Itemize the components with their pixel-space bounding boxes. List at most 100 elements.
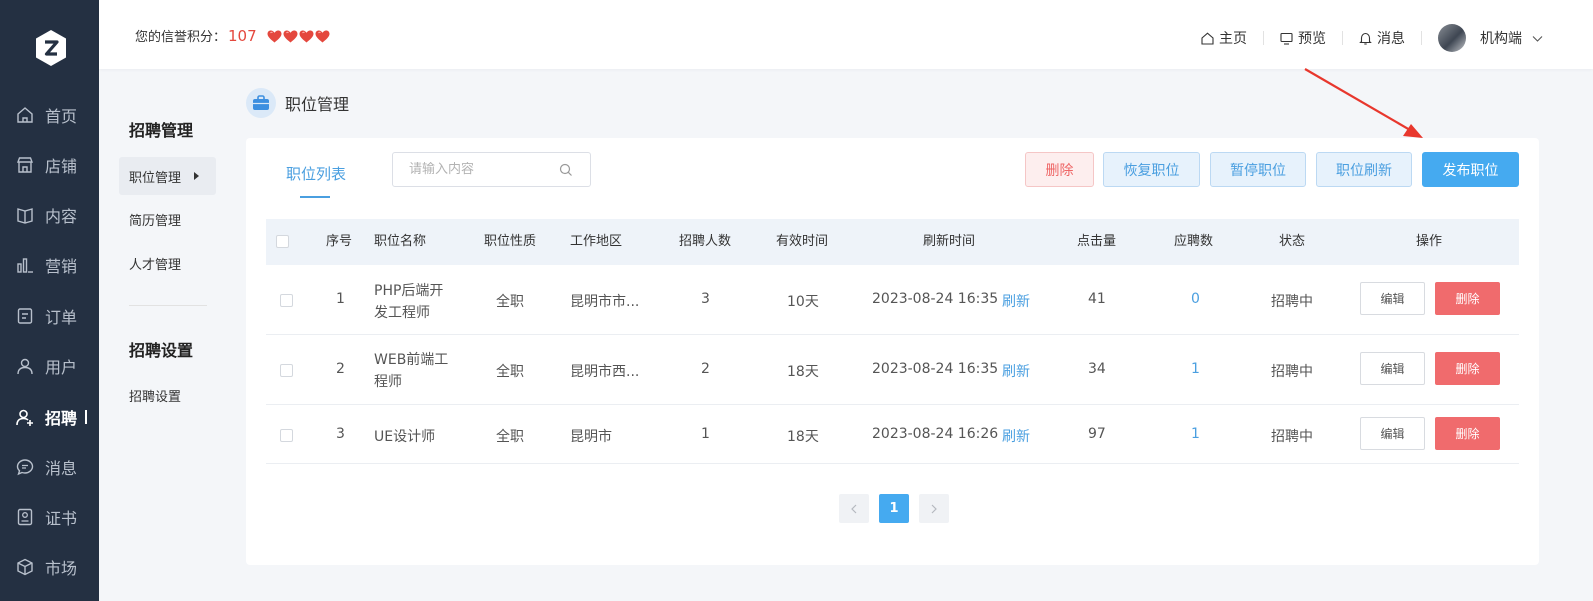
prev-page-button[interactable] (839, 494, 869, 523)
sidebar-item-market[interactable]: 市场 (0, 547, 99, 587)
application-count[interactable]: 1 (1191, 361, 1200, 377)
pause-position-button[interactable]: 暂停职位 (1210, 152, 1306, 187)
sidebar-item-messages[interactable]: 消息 (0, 447, 99, 487)
sidebar-item-users[interactable]: 用户 (0, 346, 99, 386)
refresh-link[interactable]: 刷新 (1002, 361, 1030, 381)
delete-row-button[interactable]: 删除 (1435, 282, 1500, 315)
subnav-item-label: 人才管理 (129, 257, 182, 273)
bell-icon (1359, 32, 1372, 45)
valid-time: 10天 (787, 294, 819, 310)
store-icon (16, 157, 34, 173)
sidebar-item-label: 订单 (45, 308, 78, 327)
refresh-link[interactable]: 刷新 (1002, 291, 1030, 311)
sidebar-item-label: 招聘 (45, 409, 78, 428)
subnav-item-label: 简历管理 (129, 213, 182, 229)
heart-icon (267, 30, 282, 43)
subnav-item-talent-management[interactable]: 人才管理 (119, 244, 216, 282)
sidebar-item-content[interactable]: 内容 (0, 195, 99, 235)
subnav-item-position-management[interactable]: 职位管理 (119, 157, 216, 195)
position-name[interactable]: PHP后端开 发工程师 (374, 280, 443, 324)
sidebar-item-label: 内容 (45, 207, 78, 226)
table-row: 2 WEB前端工 程师 全职 昆明市西... 2 18天 2023-08-24 1… (266, 335, 1519, 405)
sidebar-item-label: 营销 (45, 257, 78, 276)
tab-position-list[interactable]: 职位列表 (286, 163, 346, 184)
subnav-item-resume-management[interactable]: 简历管理 (119, 200, 216, 238)
home-link[interactable]: 主页 (1201, 28, 1247, 48)
account-menu[interactable]: 机构端 (1438, 24, 1544, 52)
valid-time: 18天 (787, 429, 819, 445)
refresh-time: 2023-08-24 16:35 (872, 361, 999, 377)
position-name[interactable]: WEB前端工 程师 (374, 349, 448, 393)
top-links: 主页 预览 消息 机构端 (1201, 24, 1544, 52)
column-header: 操作 (1416, 234, 1443, 249)
subnav-item-recruit-settings[interactable]: 招聘设置 (119, 376, 216, 414)
sidebar-item-certificates[interactable]: 证书 (0, 497, 99, 537)
position-type: 全职 (496, 364, 524, 380)
status-text: 招聘中 (1271, 294, 1313, 310)
refresh-time: 2023-08-24 16:35 (872, 291, 999, 307)
position-name[interactable]: UE设计师 (374, 426, 435, 446)
logo-icon[interactable] (34, 29, 68, 67)
row-checkbox[interactable] (280, 429, 293, 442)
sidebar-item-orders[interactable]: 订单 (0, 296, 99, 336)
column-header: 招聘人数 (679, 234, 732, 249)
preview-link-label: 预览 (1298, 31, 1326, 47)
sidebar-item-home[interactable]: 首页 (0, 95, 99, 135)
row-number: 1 (336, 291, 345, 307)
edit-button[interactable]: 编辑 (1360, 282, 1425, 315)
search-input[interactable] (393, 162, 553, 177)
refresh-link[interactable]: 刷新 (1002, 426, 1030, 446)
briefcase-icon (246, 88, 276, 118)
application-count[interactable]: 1 (1191, 426, 1200, 442)
edit-button[interactable]: 编辑 (1360, 352, 1425, 385)
next-page-button[interactable] (919, 494, 949, 523)
page-title: 职位管理 (285, 95, 350, 114)
heart-icon (315, 30, 330, 43)
sidebar-item-store[interactable]: 店铺 (0, 145, 99, 185)
column-header: 刷新时间 (923, 234, 976, 249)
column-header: 应聘数 (1174, 234, 1214, 249)
sidebar-item-label: 证书 (45, 509, 78, 528)
chat-icon (16, 459, 34, 476)
delete-button[interactable]: 删除 (1025, 152, 1094, 187)
refresh-position-button[interactable]: 职位刷新 (1316, 152, 1412, 187)
sidebar-item-marketing[interactable]: 营销 (0, 245, 99, 285)
select-all-checkbox[interactable] (276, 235, 289, 248)
publish-position-button[interactable]: 发布职位 (1422, 152, 1519, 187)
page-number-button[interactable]: 1 (879, 494, 909, 523)
restore-position-button[interactable]: 恢复职位 (1103, 152, 1200, 187)
application-count[interactable]: 0 (1191, 291, 1200, 307)
row-checkbox[interactable] (280, 294, 293, 307)
column-header: 序号 (326, 234, 353, 249)
account-label: 机构端 (1480, 31, 1522, 47)
certificate-icon (17, 508, 33, 526)
sidebar: 首页 店铺 内容 营销 订单 用户 招聘 消息 证书 市场 (0, 0, 99, 601)
heart-icon (283, 30, 298, 43)
order-icon (17, 308, 33, 324)
divider (1342, 31, 1343, 45)
preview-link[interactable]: 预览 (1280, 28, 1326, 48)
work-area: 昆明市西... (570, 364, 640, 380)
delete-row-button[interactable]: 删除 (1435, 417, 1500, 450)
search-icon[interactable] (559, 163, 573, 177)
status-text: 招聘中 (1271, 429, 1313, 445)
cube-icon (17, 558, 33, 576)
messages-link[interactable]: 消息 (1359, 28, 1405, 48)
table-row: 3 UE设计师 全职 昆明市 1 18天 2023-08-24 16:26 刷新… (266, 405, 1519, 464)
home-icon (1201, 31, 1214, 45)
position-name-line: 程师 (374, 374, 402, 390)
avatar[interactable] (1438, 24, 1466, 52)
monitor-icon (1280, 32, 1293, 45)
sidebar-item-recruit[interactable]: 招聘 (0, 397, 99, 437)
column-header: 点击量 (1077, 234, 1117, 249)
click-count: 41 (1088, 291, 1106, 307)
positions-card: 职位列表 删除 恢复职位 暂停职位 职位刷新 发布职位 序号 职位名称 职位性质… (246, 138, 1539, 565)
delete-row-button[interactable]: 删除 (1435, 352, 1500, 385)
credit-label: 您的信誉积分： (135, 30, 227, 45)
work-area: 昆明市市... (570, 294, 640, 310)
row-checkbox[interactable] (280, 364, 293, 377)
divider (1421, 31, 1422, 45)
chevron-left-icon (851, 504, 857, 513)
edit-button[interactable]: 编辑 (1360, 417, 1425, 450)
section-title-recruit-settings: 招聘设置 (129, 341, 194, 360)
